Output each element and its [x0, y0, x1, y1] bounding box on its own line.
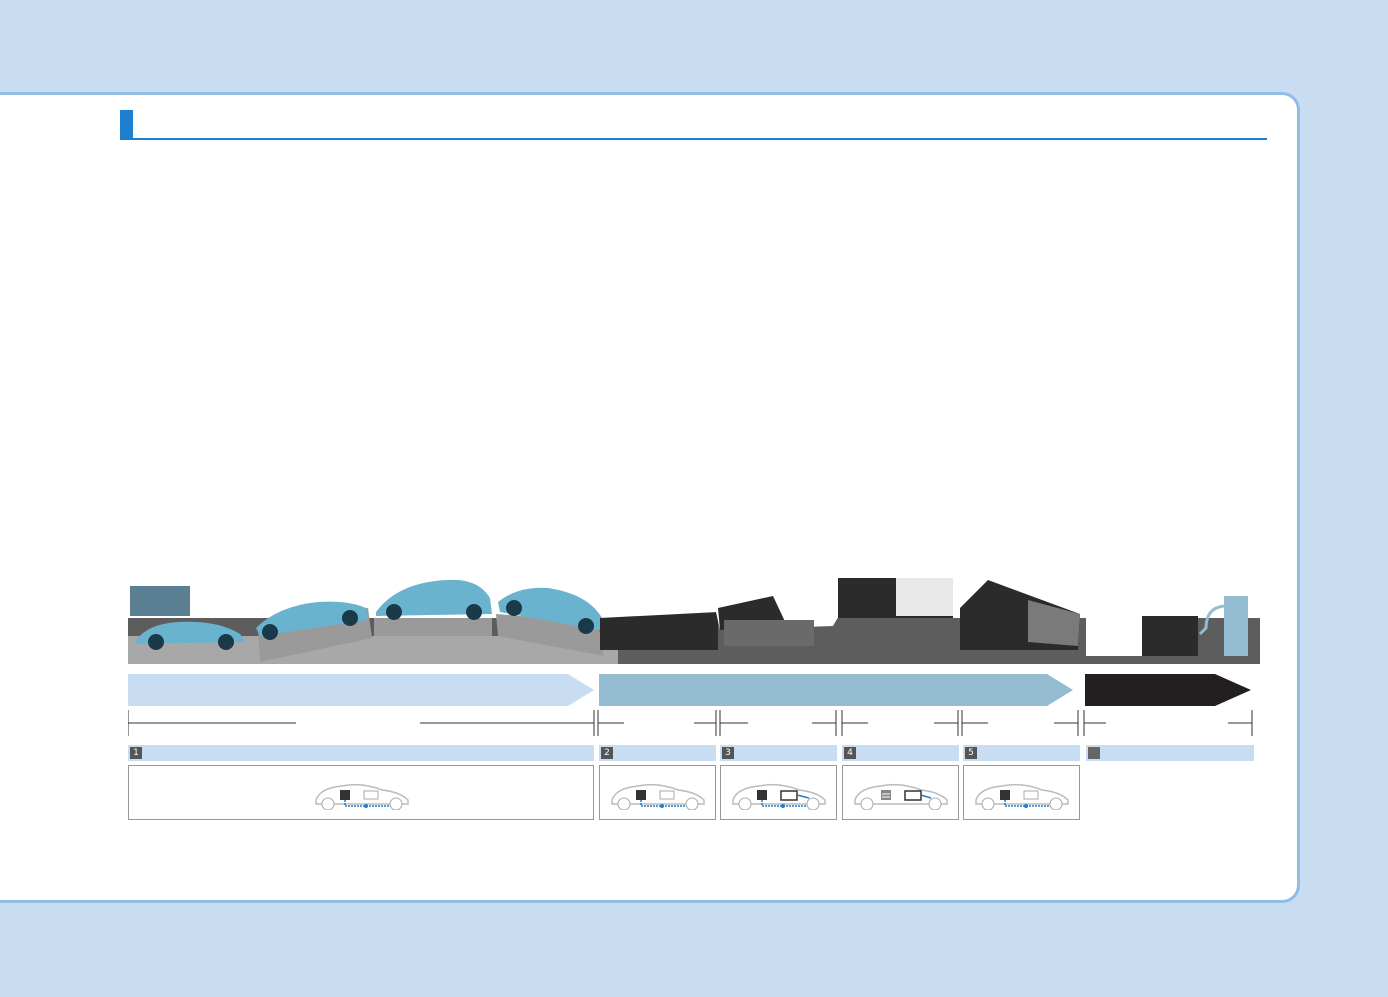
segment-box-2 — [599, 765, 716, 820]
segment-box-3 — [720, 765, 837, 820]
phase-arrow-1-label-wrap — [128, 674, 568, 706]
segment-number-badge: 1 — [130, 747, 142, 759]
segment-number-badge — [1088, 747, 1100, 759]
segment-box-4 — [842, 765, 959, 820]
phase-arrow-2-label-wrap — [599, 674, 1039, 706]
segment-number-badge: 4 — [844, 747, 856, 759]
segment-header-6 — [1086, 745, 1254, 761]
segment-box-5 — [963, 765, 1080, 820]
segment-dimension-lines — [128, 710, 1253, 736]
segment-header-3: 3 — [720, 745, 837, 761]
driving-scene-illustration — [128, 578, 1260, 664]
phase-arrow-3-label-wrap — [1085, 674, 1215, 706]
battery-engine-to-wheels-icon — [732, 783, 826, 810]
battery-to-wheels-icon — [315, 783, 409, 810]
segment-header-4: 4 — [842, 745, 959, 761]
segment-header-2: 2 — [599, 745, 716, 761]
segment-header-1: 1 — [128, 745, 594, 761]
segment-header-5: 5 — [963, 745, 1080, 761]
engine-charging-icon — [854, 783, 948, 810]
title-marker — [120, 110, 133, 140]
segment-number-badge: 3 — [722, 747, 734, 759]
segment-box-1 — [128, 765, 594, 820]
title-underline — [133, 138, 1267, 140]
car-3 — [376, 579, 492, 620]
segment-number-badge: 2 — [601, 747, 613, 759]
battery-to-wheels-icon — [611, 783, 705, 810]
section-title-bar — [120, 110, 1267, 142]
segment-number-badge: 5 — [965, 747, 977, 759]
battery-to-wheels-icon — [975, 783, 1069, 810]
